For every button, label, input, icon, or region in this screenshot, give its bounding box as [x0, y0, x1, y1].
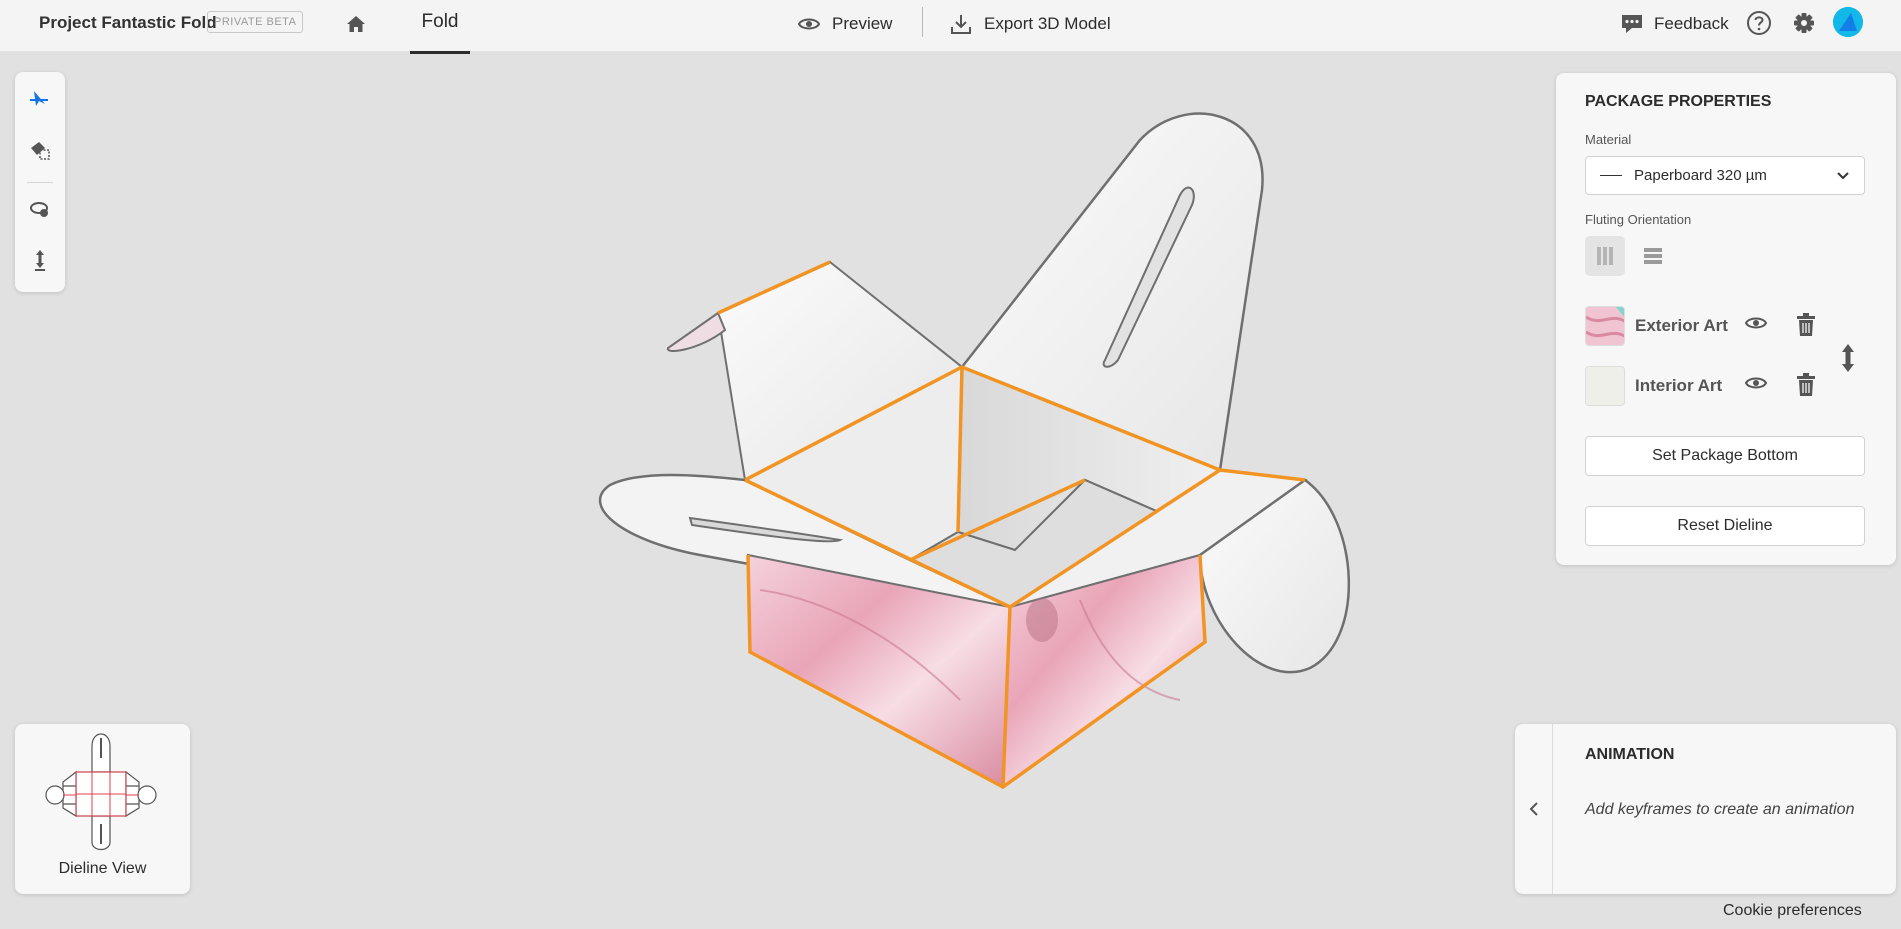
feedback-icon [1622, 15, 1642, 33]
material-select[interactable]: Paperboard 320 µm [1585, 156, 1865, 195]
select-fold-tool[interactable] [25, 85, 55, 115]
swap-vertical-icon [1842, 344, 1854, 372]
gear-icon [1794, 13, 1814, 33]
export-label: Export 3D Model [984, 14, 1111, 33]
material-label: Material [1585, 132, 1632, 147]
horizontal-fluting-icon [1644, 248, 1662, 264]
help-icon [1747, 11, 1771, 35]
animation-panel: ANIMATION Add keyframes to create an ani… [1515, 724, 1896, 894]
animation-hint: Add keyframes to create an animation [1585, 801, 1855, 818]
move-vertical-tool[interactable] [25, 245, 55, 275]
home-button[interactable] [342, 10, 370, 38]
paint-art-icon [31, 142, 50, 160]
feedback-button[interactable]: Feedback [1620, 10, 1729, 38]
preview-button[interactable]: Preview [798, 10, 892, 38]
orbit-tool[interactable] [25, 195, 55, 225]
fluting-vertical-button[interactable] [1585, 236, 1625, 276]
properties-title: PACKAGE PROPERTIES [1585, 93, 1772, 110]
orbit-icon [30, 202, 48, 217]
trash-icon [1797, 373, 1815, 396]
top-bar: Project Fantastic Fold PRIVATE BETA Fold… [0, 0, 1901, 54]
exterior-art-delete-button[interactable] [1795, 313, 1819, 339]
exterior-art-label: Exterior Art [1635, 316, 1728, 335]
eye-icon [1744, 317, 1768, 329]
animation-title: ANIMATION [1585, 746, 1675, 763]
paint-art-tool[interactable] [25, 135, 55, 165]
interior-art-visibility-toggle[interactable] [1744, 375, 1769, 397]
set-package-bottom-button[interactable]: Set Package Bottom [1585, 436, 1865, 476]
feedback-label: Feedback [1654, 14, 1729, 33]
eye-icon [1744, 377, 1768, 389]
reset-dieline-button[interactable]: Reset Dieline [1585, 506, 1865, 546]
avatar-icon [1833, 7, 1863, 37]
interior-art-row[interactable]: Interior Art [1585, 366, 1865, 406]
dieline-view-card[interactable]: Dieline View [15, 724, 190, 894]
export-3d-button[interactable]: Export 3D Model [950, 10, 1111, 38]
settings-button[interactable] [1790, 9, 1818, 37]
chevron-down-icon [1837, 171, 1849, 179]
app-title: Project Fantastic Fold [39, 13, 217, 32]
download-icon [951, 15, 971, 34]
interior-art-thumbnail [1585, 366, 1625, 406]
header-divider [922, 7, 923, 37]
interior-art-label: Interior Art [1635, 376, 1723, 395]
fluting-horizontal-button[interactable] [1633, 236, 1673, 276]
material-value: Paperboard 320 µm [1634, 167, 1767, 184]
cookie-preferences-link[interactable]: Cookie preferences [1723, 902, 1862, 920]
eye-icon [798, 18, 820, 30]
chevron-left-icon [1529, 802, 1538, 816]
help-button[interactable] [1745, 9, 1773, 37]
trash-icon [1797, 313, 1815, 336]
toolbar-divider [27, 182, 53, 183]
vertical-fluting-icon [1597, 247, 1613, 265]
exterior-art-visibility-toggle[interactable] [1744, 315, 1769, 337]
3d-viewport[interactable] [560, 95, 1380, 815]
material-line-icon [1600, 175, 1622, 176]
select-fold-icon [30, 91, 48, 106]
preview-label: Preview [832, 14, 893, 33]
reorder-art-button[interactable] [1838, 343, 1858, 377]
interior-art-delete-button[interactable] [1795, 373, 1819, 399]
exterior-art-row[interactable]: Exterior Art [1585, 306, 1865, 346]
dieline-view-label: Dieline View [58, 860, 147, 877]
home-icon [347, 16, 365, 32]
left-toolbar [15, 72, 65, 292]
package-properties-panel: PACKAGE PROPERTIES Material Paperboard 3… [1556, 73, 1896, 565]
exterior-art-thumbnail [1585, 306, 1625, 346]
avatar[interactable] [1833, 7, 1863, 37]
animation-collapse-button[interactable] [1515, 724, 1553, 894]
beta-badge: PRIVATE BETA [207, 11, 304, 33]
tab-fold[interactable]: Fold [410, 0, 470, 54]
move-vertical-icon [35, 250, 45, 271]
fluting-label: Fluting Orientation [1585, 212, 1692, 227]
dieline-thumbnail [45, 733, 157, 851]
3d-package-model [598, 112, 1350, 790]
